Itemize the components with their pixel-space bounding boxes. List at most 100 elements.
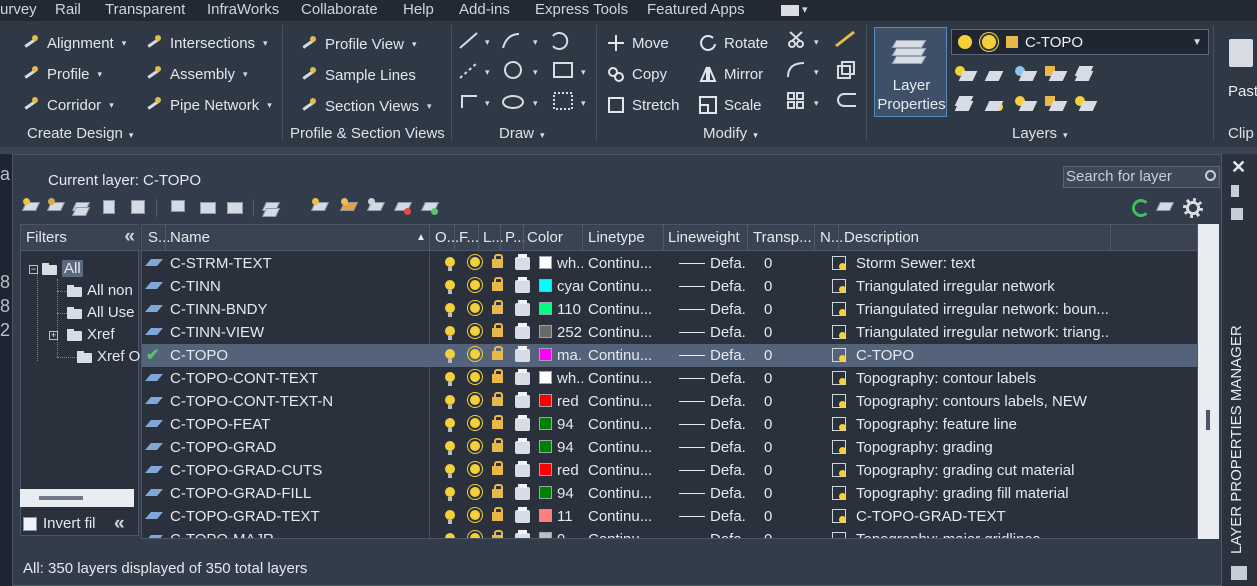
- tab-featured-apps[interactable]: Featured Apps: [647, 1, 745, 18]
- layer-name[interactable]: C-TOPO-FEAT: [170, 416, 425, 433]
- unlock-icon[interactable]: [492, 392, 503, 406]
- layer-description[interactable]: Triangulated irregular network: triang..…: [856, 324, 1110, 341]
- thaw-sun-icon[interactable]: [470, 303, 480, 313]
- layer-name[interactable]: C-TOPO-CONT-TEXT-N: [170, 393, 425, 410]
- layer-name[interactable]: C-TOPO-GRAD-TEXT: [170, 508, 425, 525]
- tree-expand-toggle[interactable]: +: [49, 331, 58, 340]
- tree-collapse-toggle[interactable]: −: [29, 265, 38, 274]
- color-name[interactable]: 94: [557, 439, 583, 456]
- unlock-icon[interactable]: [492, 346, 503, 360]
- layer-row[interactable]: C-TOPO-GRAD 94 Continu... Defa... 0 Topograph…: [142, 436, 1197, 459]
- on-bulb-icon[interactable]: [445, 349, 455, 363]
- layer-row[interactable]: C-STRM-TEXT wh... Continu... Defa... 0 Storm …: [142, 252, 1197, 275]
- thaw-sun-icon[interactable]: [470, 280, 480, 290]
- transparency[interactable]: 0: [764, 439, 804, 456]
- auto-hide-icon[interactable]: [1231, 185, 1239, 197]
- color-swatch[interactable]: [539, 417, 552, 430]
- isolate-layer-icon[interactable]: [261, 198, 282, 218]
- create-design-panel-title[interactable]: Create Design ▾: [27, 125, 133, 142]
- sample-lines-button[interactable]: Sample Lines: [300, 62, 416, 88]
- column-status[interactable]: S...: [148, 229, 171, 246]
- layer-description[interactable]: Topography: contour labels: [856, 370, 1110, 387]
- plot-printer-icon[interactable]: [515, 346, 530, 362]
- layer-name[interactable]: C-TINN-BNDY: [170, 301, 425, 318]
- new-vp-freeze-icon[interactable]: [832, 394, 846, 408]
- new-vp-freeze-icon[interactable]: [832, 509, 846, 523]
- delete-layer-icon[interactable]: [393, 198, 414, 218]
- profile-button[interactable]: Profile ▾: [22, 61, 102, 87]
- layer-name[interactable]: C-TOPO-GRAD-FILL: [170, 485, 425, 502]
- lineweight[interactable]: Defa...: [710, 255, 746, 272]
- scrollbar-thumb[interactable]: [1206, 410, 1210, 430]
- plot-printer-icon[interactable]: [515, 323, 530, 339]
- layer-row[interactable]: C-TOPO-GRAD-CUTS red Continu... Defa... 0 Top…: [142, 459, 1197, 482]
- plot-printer-icon[interactable]: [515, 530, 530, 538]
- layer-tool-icon[interactable]: [1015, 95, 1038, 113]
- plot-printer-icon[interactable]: [515, 484, 530, 500]
- stretch-button[interactable]: Stretch: [607, 92, 680, 118]
- filter-all[interactable]: All: [42, 260, 83, 277]
- filter-all-used[interactable]: All Use: [67, 304, 135, 321]
- thaw-sun-icon[interactable]: [470, 372, 480, 382]
- lineweight[interactable]: Defa...: [710, 462, 746, 479]
- transparency[interactable]: 0: [764, 324, 804, 341]
- lineweight[interactable]: Defa...: [710, 439, 746, 456]
- layer-row[interactable]: C-TOPO-CONT-TEXT wh... Continu... Defa... 0 T…: [142, 367, 1197, 390]
- color-name[interactable]: 252: [557, 324, 583, 341]
- thaw-sun-icon[interactable]: [470, 257, 480, 267]
- thaw-sun-icon[interactable]: [470, 441, 480, 451]
- layer-row[interactable]: C-TOPO-FEAT 94 Continu... Defa... 0 Topograph…: [142, 413, 1197, 436]
- color-swatch[interactable]: [539, 440, 552, 453]
- filters-horizontal-scrollbar[interactable]: [20, 489, 134, 507]
- color-swatch[interactable]: [539, 371, 552, 384]
- layers-panel-title[interactable]: Layers ▾: [1012, 125, 1068, 142]
- scale-button[interactable]: Scale: [699, 92, 762, 118]
- layer-name[interactable]: C-TINN-VIEW: [170, 324, 425, 341]
- unlock-icon[interactable]: [492, 254, 503, 268]
- color-name[interactable]: wh...: [557, 255, 583, 272]
- transparency[interactable]: 0: [764, 278, 804, 295]
- unlock-icon[interactable]: [492, 369, 503, 383]
- folder-icon[interactable]: [198, 198, 218, 218]
- layer-description[interactable]: Topography: grading fill material: [856, 485, 1110, 502]
- linetype[interactable]: Continu...: [588, 347, 660, 364]
- tab-help[interactable]: Help: [403, 1, 434, 18]
- column-color[interactable]: Color: [527, 229, 563, 246]
- new-property-filter-icon[interactable]: [21, 198, 42, 218]
- color-swatch[interactable]: [539, 509, 552, 522]
- section-views-button[interactable]: Section Views ▾: [300, 93, 431, 119]
- search-input[interactable]: Search for layer: [1063, 166, 1220, 188]
- new-vp-freeze-icon[interactable]: [832, 532, 846, 538]
- filter-xref[interactable]: Xref: [67, 326, 115, 343]
- thaw-sun-icon[interactable]: [470, 395, 480, 405]
- on-bulb-icon[interactable]: [445, 510, 455, 524]
- transparency[interactable]: 0: [764, 462, 804, 479]
- draw-tools-grid[interactable]: ▾ ▾ ▾ ▾ ▾ ▾ ▾ ▾: [457, 30, 589, 118]
- layer-properties-button[interactable]: Layer Properties: [874, 27, 947, 117]
- lineweight[interactable]: Defa...: [710, 485, 746, 502]
- thaw-sun-icon[interactable]: [470, 487, 480, 497]
- layer-name[interactable]: C-TOPO-CONT-TEXT: [170, 370, 425, 387]
- tab-transparent[interactable]: Transparent: [105, 1, 185, 18]
- intersections-button[interactable]: Intersections ▾: [145, 30, 268, 56]
- linetype[interactable]: Continu...: [588, 531, 660, 538]
- transparency[interactable]: 0: [764, 416, 804, 433]
- lineweight[interactable]: Defa...: [710, 416, 746, 433]
- move-button[interactable]: Move: [607, 30, 669, 56]
- color-name[interactable]: red: [557, 462, 583, 479]
- column-linetype[interactable]: Linetype: [588, 229, 645, 246]
- transparency[interactable]: 0: [764, 508, 804, 525]
- transparency[interactable]: 0: [764, 255, 804, 272]
- on-bulb-icon[interactable]: [445, 464, 455, 478]
- lineweight[interactable]: Defa...: [710, 301, 746, 318]
- linetype[interactable]: Continu...: [588, 370, 660, 387]
- refresh-icon[interactable]: [1132, 199, 1150, 217]
- color-swatch[interactable]: [539, 486, 552, 499]
- collapse-filters-icon[interactable]: «: [114, 513, 125, 535]
- column-on[interactable]: O...: [435, 229, 459, 246]
- lineweight[interactable]: Defa...: [710, 531, 746, 538]
- linetype[interactable]: Continu...: [588, 508, 660, 525]
- layer-row[interactable]: C-TOPO-MAJR 9 Continu... Defa... 0 Topography…: [142, 528, 1197, 538]
- unlock-icon[interactable]: [492, 415, 503, 429]
- layer-name[interactable]: C-TOPO: [170, 347, 425, 364]
